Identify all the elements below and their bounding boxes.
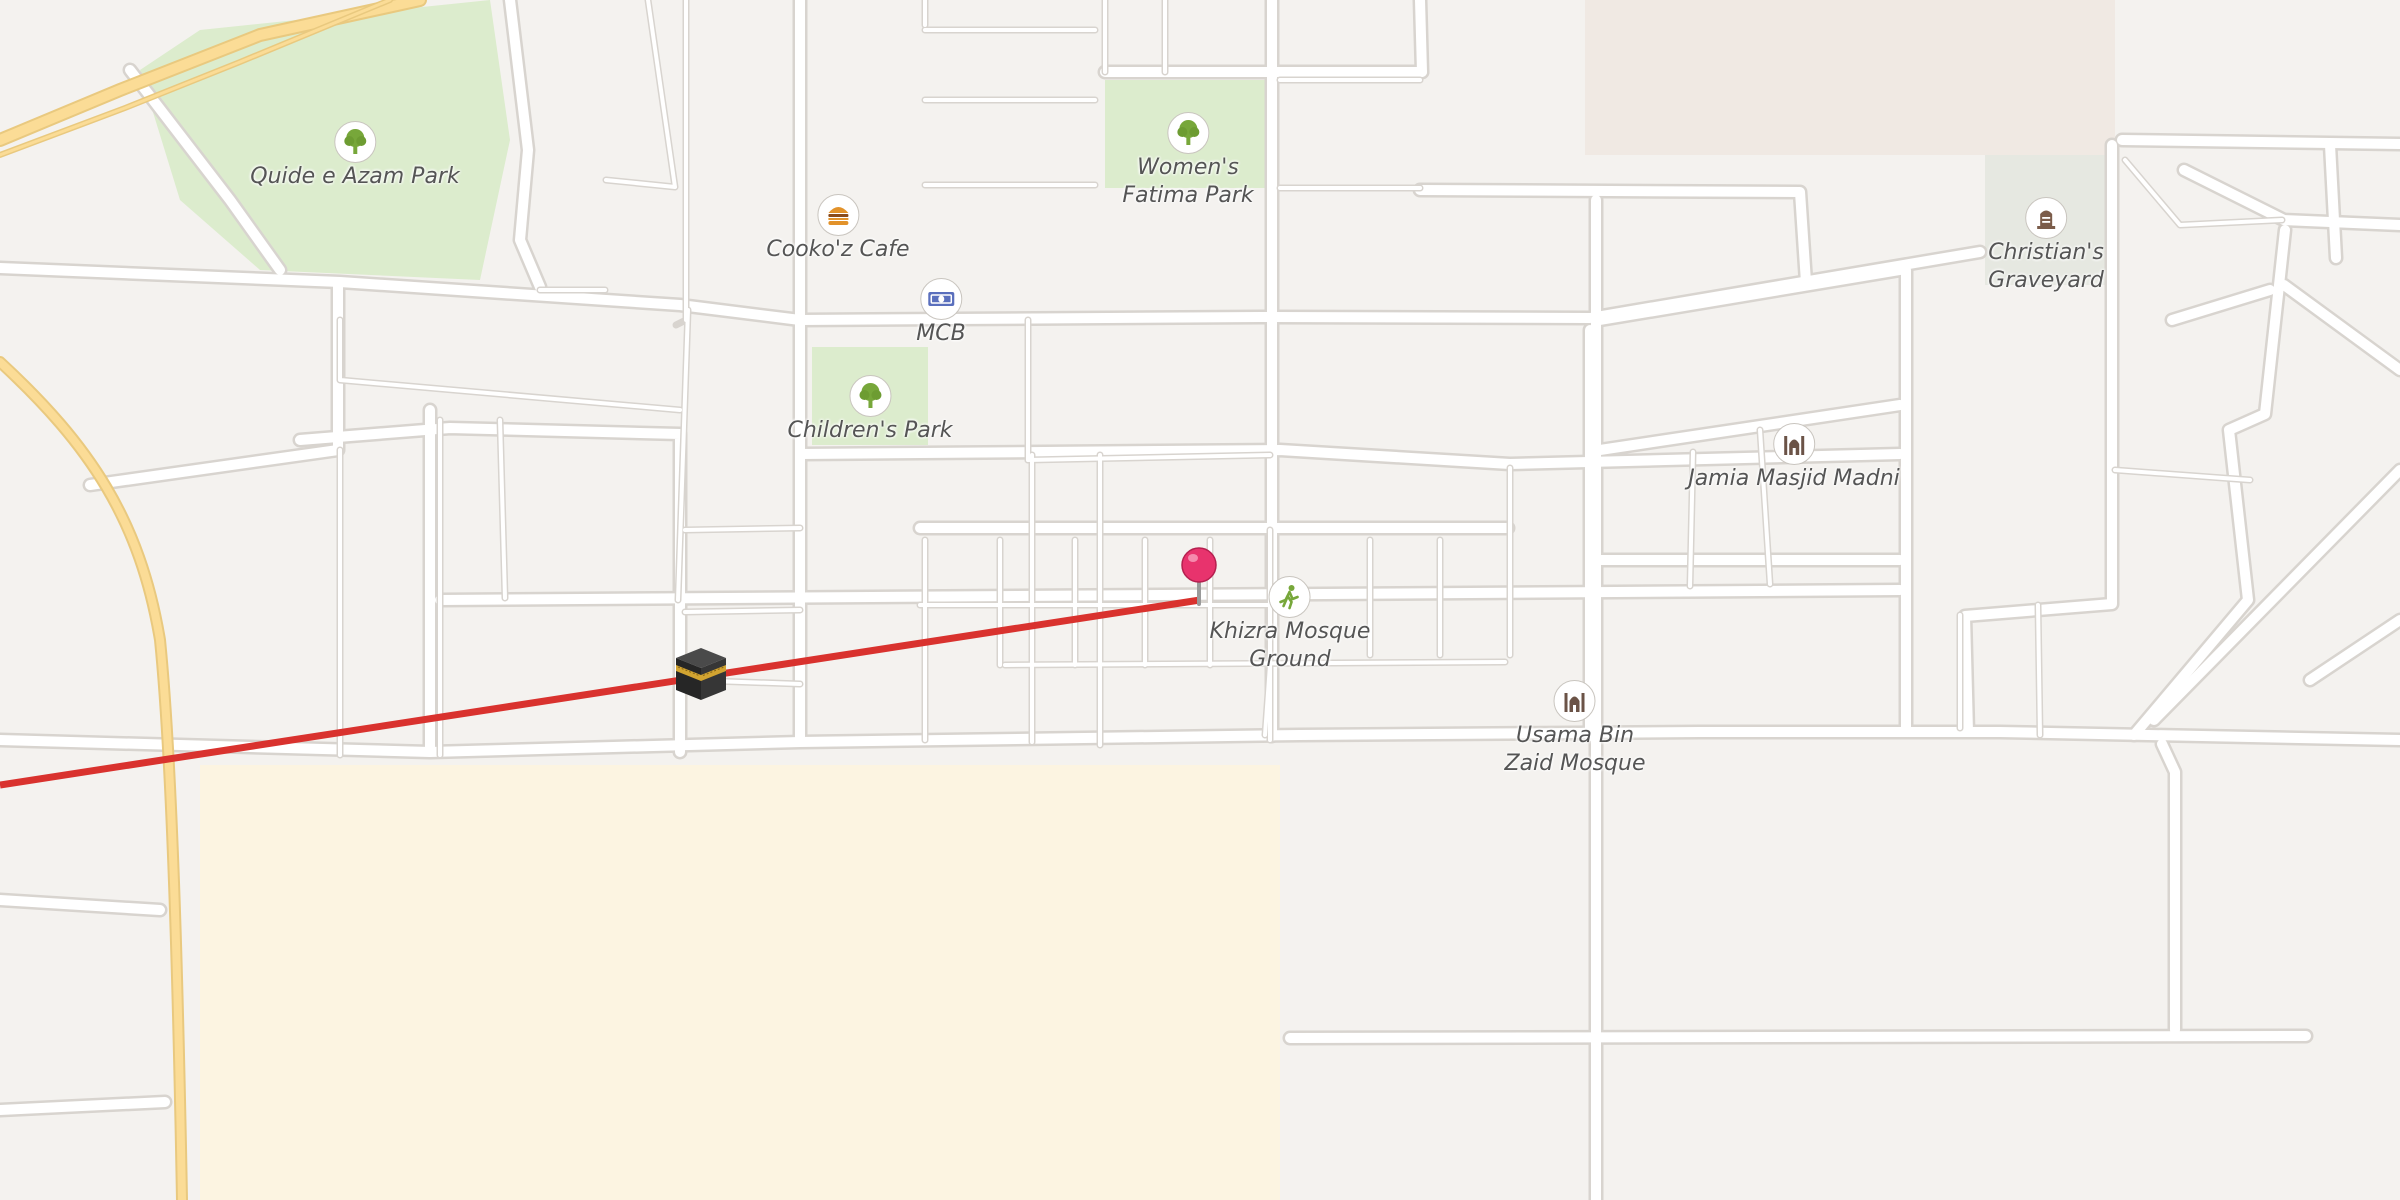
poi-label: Khizra Mosque Ground: [1209, 619, 1371, 672]
qibla-direction-line: [0, 596, 1201, 789]
poi-label: Jamia Masjid Madni: [1688, 466, 1900, 491]
tree-icon: [334, 121, 376, 163]
poi-label: Women's Fatima Park: [1122, 155, 1254, 208]
built-area: [1585, 0, 2115, 155]
poi-christians-graveyard[interactable]: Christian's Graveyard: [1988, 197, 2104, 295]
tree-icon: [1167, 112, 1209, 154]
burger-icon: [816, 194, 859, 236]
poi-label: Christian's Graveyard: [1988, 240, 2104, 293]
poi-quaid-park[interactable]: Quide e Azam Park: [250, 121, 460, 191]
map-pin-icon[interactable]: [1178, 546, 1220, 608]
poi-usama-bin-zaid-mosque[interactable]: Usama Bin Zaid Mosque: [1504, 680, 1646, 778]
poi-khizra-mosque-ground[interactable]: Khizra Mosque Ground: [1209, 576, 1371, 674]
banknote-icon: [920, 278, 962, 320]
sand-area: [200, 765, 1280, 1200]
kaaba-icon[interactable]: [674, 646, 728, 702]
poi-label: Cooko'z Cafe: [766, 237, 910, 262]
poi-label: Quide e Azam Park: [250, 164, 460, 189]
poi-label: MCB: [916, 321, 966, 346]
mosque-icon: [1553, 680, 1596, 722]
poi-jamia-masjid-madni[interactable]: Jamia Masjid Madni: [1688, 423, 1900, 493]
running-person-icon: [1269, 576, 1311, 618]
poi-label: Children's Park: [787, 418, 953, 443]
poi-cookoz-cafe[interactable]: Cooko'z Cafe: [766, 194, 910, 264]
map-canvas[interactable]: Quide e Azam Park Women's Fatima Park Co…: [0, 0, 2400, 1200]
poi-childrens-park[interactable]: Children's Park: [787, 375, 953, 445]
mosque-icon: [1772, 423, 1815, 465]
poi-label: Usama Bin Zaid Mosque: [1504, 723, 1646, 776]
gravestone-icon: [2024, 197, 2067, 239]
poi-womens-park[interactable]: Women's Fatima Park: [1122, 112, 1254, 210]
tree-icon: [849, 375, 891, 417]
poi-mcb[interactable]: MCB: [916, 278, 966, 348]
